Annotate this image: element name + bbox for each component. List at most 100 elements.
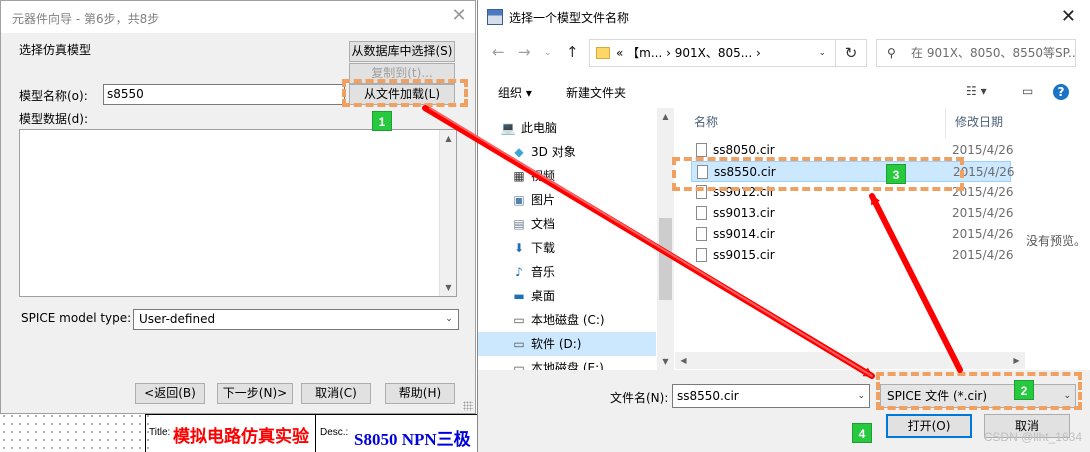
view-options-icon[interactable]: ☷ ▾ (966, 84, 987, 98)
computer-icon: 💻 (500, 121, 516, 135)
title-block-title-value: 模拟电路仿真实验 (173, 427, 309, 446)
chevron-down-icon: ⌄ (445, 314, 453, 324)
column-header-name[interactable]: 名称 (694, 113, 718, 130)
chevron-down-icon[interactable]: ⌄ (857, 385, 865, 407)
scroll-down-icon[interactable]: ▼ (440, 279, 457, 296)
nav-item-drive-d[interactable]: ▭ 软件 (D:) (478, 332, 656, 356)
organize-menu[interactable]: 组织 ▾ (498, 84, 532, 101)
copy-to-button[interactable]: 复制到(t)... (349, 63, 455, 84)
recent-chevron-icon[interactable]: ⌄ (544, 48, 552, 58)
address-bar[interactable]: « 【m... › 901X、805... › ⌄ (589, 39, 867, 67)
spice-type-label: SPICE model type: (21, 311, 132, 325)
file-dialog-titlebar: 选择一个模型文件名称 ✕ (478, 0, 1090, 34)
app-icon (487, 9, 503, 25)
video-icon: ▦ (513, 169, 525, 183)
file-row[interactable]: ss9014.cir 2015/4/26 (691, 224, 1014, 245)
model-name-input[interactable]: s8550 (103, 84, 345, 105)
preview-pane-icon[interactable]: ▭ (1022, 84, 1033, 98)
filetype-select[interactable]: SPICE 文件 (*.cir) ⌄ (880, 384, 1076, 408)
next-button[interactable]: 下一步(N)> (217, 383, 293, 404)
spice-type-value: User-defined (139, 312, 216, 326)
file-row[interactable]: ss8050.cir 2015/4/26 (691, 140, 1014, 161)
preview-pane: 没有预览。 (1025, 108, 1090, 370)
file-icon (697, 165, 708, 179)
file-dialog-close-icon[interactable]: ✕ (1061, 6, 1076, 27)
nav-item-videos[interactable]: ▦ 视频 (478, 164, 656, 188)
nav-item-3d-objects[interactable]: ◆ 3D 对象 (478, 140, 656, 164)
nav-item-drive-e[interactable]: ▭ 本地磁盘 (E:) (478, 356, 656, 370)
drive-icon: ▭ (513, 337, 525, 351)
model-name-label: 模型名称(o): (19, 89, 88, 103)
file-row[interactable]: ss9015.cir 2015/4/26 (691, 245, 1014, 266)
model-data-textarea[interactable]: ▲ ▼ (19, 129, 457, 297)
nav-item-music[interactable]: ♪ 音乐 (478, 260, 656, 284)
scroll-down-icon[interactable]: ▼ (657, 353, 674, 370)
title-block-desc-value: S8050 NPN三极 (354, 430, 471, 449)
file-list-hscrollbar[interactable]: ◀ ▶ (675, 352, 1025, 369)
scroll-up-icon[interactable]: ▲ (440, 130, 457, 147)
nav-item-pictures[interactable]: ▣ 图片 (478, 188, 656, 212)
file-icon (696, 185, 707, 199)
file-row-selected[interactable]: ss8550.cir 2015/4/26 (691, 161, 1015, 182)
select-from-db-button[interactable]: 从数据库中选择(S) (349, 41, 455, 62)
3d-objects-icon: ◆ (514, 145, 524, 159)
address-chevron-icon[interactable]: ⌄ (818, 40, 826, 66)
file-icon (696, 248, 707, 262)
load-from-file-button[interactable]: 从文件加载(L) (349, 84, 455, 105)
filename-input[interactable]: ss8550.cir ⌄ (672, 384, 870, 408)
no-preview-text: 没有预览。 (1026, 234, 1087, 248)
file-dialog-title: 选择一个模型文件名称 (509, 11, 630, 25)
download-icon: ⬇ (513, 241, 525, 255)
file-row[interactable]: ss9012.cir 2015/4/26 (691, 182, 1014, 203)
documents-icon: ▤ (513, 217, 525, 231)
step-badge-4: 4 (852, 423, 872, 443)
folder-icon (596, 47, 610, 59)
component-wizard-dialog: 元器件向导 - 第6步，共8步 ✕ 选择仿真模型 从数据库中选择(S) 复制到(… (0, 0, 476, 414)
spice-type-select[interactable]: User-defined ⌄ (133, 309, 459, 330)
scroll-thumb[interactable] (659, 218, 672, 300)
step-badge-1: 1 (372, 111, 392, 131)
step-badge-3: 3 (886, 164, 906, 184)
nav-item-this-pc[interactable]: 💻 此电脑 (478, 116, 656, 140)
drive-icon: ▭ (513, 313, 525, 327)
search-input[interactable]: 在 901X、8050、8550等SP... (911, 40, 1075, 66)
cancel-button[interactable]: 取消(C) (301, 383, 371, 404)
file-open-dialog: 选择一个模型文件名称 ✕ ← → ⌄ ↑ « 【m... › 901X、805.… (477, 0, 1090, 452)
chevron-down-icon: ⌄ (1063, 391, 1071, 401)
wizard-titlebar: 元器件向导 - 第6步，共8步 ✕ (1, 1, 475, 33)
new-folder-button[interactable]: 新建文件夹 (566, 84, 626, 101)
navigation-pane: 💻 此电脑 ◆ 3D 对象 ▦ 视频 ▣ 图片 ▤ 文档 ⬇ 下载 ♪ 音乐 ▬ (478, 108, 674, 370)
help-icon[interactable]: ? (1053, 84, 1069, 100)
title-block-desc-label: Desc.: (320, 427, 349, 438)
forward-arrow-icon[interactable]: → (518, 43, 531, 61)
schematic-title-block: Title: 模拟电路仿真实验 Desc.: S8050 NPN三极 (145, 414, 480, 452)
section-title: 选择仿真模型 (19, 43, 92, 57)
wizard-title: 元器件向导 - 第6步，共8步 (12, 12, 160, 26)
model-data-scrollbar[interactable]: ▲ ▼ (439, 130, 456, 296)
nav-item-drive-c[interactable]: ▭ 本地磁盘 (C:) (478, 308, 656, 332)
column-header-date[interactable]: 修改日期 (955, 113, 1003, 130)
back-arrow-icon[interactable]: ← (492, 43, 505, 61)
back-button[interactable]: <返回(B) (135, 383, 205, 404)
refresh-icon[interactable]: ↻ (835, 39, 867, 67)
wizard-close-icon[interactable]: ✕ (449, 6, 469, 26)
open-button[interactable]: 打开(O) (886, 414, 972, 438)
drive-icon: ▭ (513, 361, 525, 370)
search-box[interactable]: ⚲ 在 901X、8050、8550等SP... (876, 39, 1076, 67)
scroll-up-icon[interactable]: ▲ (657, 108, 674, 125)
step-badge-2: 2 (1014, 380, 1034, 400)
scroll-left-icon[interactable]: ◀ (675, 352, 692, 369)
nav-scrollbar[interactable]: ▲ ▼ (657, 108, 674, 370)
file-list: 名称 修改日期 ss8050.cir 2015/4/26 ss8550.cir … (675, 108, 1025, 370)
file-icon (696, 227, 707, 241)
file-row[interactable]: ss9013.cir 2015/4/26 (691, 203, 1014, 224)
nav-item-desktop[interactable]: ▬ 桌面 (478, 284, 656, 308)
pictures-icon: ▣ (513, 193, 525, 207)
scroll-right-icon[interactable]: ▶ (1008, 352, 1025, 369)
nav-item-documents[interactable]: ▤ 文档 (478, 212, 656, 236)
nav-item-downloads[interactable]: ⬇ 下载 (478, 236, 656, 260)
title-block-title-label: Title: (149, 427, 171, 438)
resize-grip-icon[interactable] (463, 401, 473, 411)
up-arrow-icon[interactable]: ↑ (566, 43, 579, 61)
help-button[interactable]: 帮助(H) (385, 383, 455, 404)
